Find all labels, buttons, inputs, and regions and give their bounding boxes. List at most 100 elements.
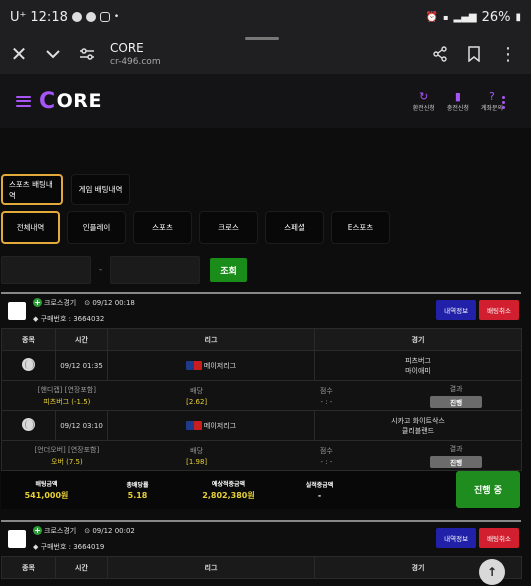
bet-card-header: + 크로스경기 ⊙ 09/12 00:02 ◆ 구매번호 : 3664019 내역… [1, 522, 521, 556]
purchase-number: 구매번호 : 3664032 [40, 315, 105, 323]
bet-select-checkbox[interactable] [8, 302, 26, 320]
plus-icon: + [33, 298, 42, 307]
account-inquiry-button[interactable]: ? 계좌문의 [480, 90, 503, 112]
battery-level: 26% [481, 9, 511, 25]
tab-special[interactable]: 스페셜 [265, 211, 324, 244]
total-odds: 총배당률 5.18 [92, 480, 183, 500]
tab-all[interactable]: 전체내역 [1, 211, 60, 244]
page-title: CORE [110, 41, 144, 55]
tab-inplay[interactable]: 인플레이 [67, 211, 126, 244]
message-icon [85, 12, 96, 22]
signal-icon: ▂▄▆ [453, 11, 477, 23]
mlb-logo-icon [185, 421, 202, 430]
away-team: 마이애미 [405, 366, 431, 375]
odds-label: 배당 [190, 386, 204, 395]
bet-cancel-button[interactable]: 배팅취소 [479, 300, 519, 320]
bet-info-button[interactable]: 내역정보 [436, 300, 477, 320]
close-icon[interactable]: ✕ [2, 34, 36, 74]
brand-text: ORE [56, 90, 102, 112]
tab-esports[interactable]: E스포츠 [331, 211, 390, 244]
away-team: 클리블랜드 [401, 426, 435, 435]
col-sport: 종목 [1, 328, 56, 351]
bet-select-checkbox[interactable] [8, 530, 26, 548]
odds-value: [1.98] [186, 457, 208, 466]
odds-value: [2.62] [186, 397, 208, 406]
charge-request-button[interactable]: ▮ 충전신청 [446, 90, 469, 112]
date-filter: - 조회 [1, 256, 247, 284]
url-block[interactable]: CORE cr-496.com [110, 41, 161, 67]
bet-summary: 배팅금액 541,000원 총배당률 5.18 예상적중금액 2,802,380… [1, 471, 521, 509]
bet-card-header: + 크로스경기 ⊙ 09/12 00:18 ◆ 구매번호 : 3664032 내역… [1, 294, 521, 328]
date-separator: - [98, 265, 103, 275]
header-menu-icon[interactable] [502, 96, 506, 109]
start-date-input[interactable] [1, 256, 91, 284]
match-cell: 피츠버그 마이애미 [314, 350, 522, 381]
card-actions: 내역정보 배팅취소 [436, 300, 519, 320]
scroll-top-button[interactable]: ↑ [479, 559, 505, 585]
more-notifications-icon: • [113, 12, 120, 22]
refund-label: 환전신청 [412, 104, 435, 112]
battery-icon: ▮ [515, 11, 521, 23]
baseball-icon [22, 358, 35, 371]
bet-status-button[interactable]: 진행 중 [456, 471, 520, 508]
browser-bar: ✕ CORE cr-496.com ⋮ [0, 34, 531, 74]
bet-card: + 크로스경기 ⊙ 09/12 00:18 ◆ 구매번호 : 3664032 내역… [1, 292, 522, 509]
share-icon[interactable] [423, 34, 457, 74]
col-league: 리그 [107, 328, 315, 351]
page-url: cr-496.com [110, 57, 161, 67]
bet-datetime: 09/12 00:02 [92, 527, 135, 535]
score-label: 점수 [319, 446, 333, 455]
bet-type-label: 크로스경기 [44, 299, 77, 307]
total-odds-label: 총배당률 [126, 482, 149, 489]
col-match: 경기 [314, 328, 522, 351]
history-type-tabs: 스포츠 배팅내역 게임 배팅내역 [1, 174, 130, 205]
end-date-input[interactable] [110, 256, 200, 284]
actual-win-value: - [317, 491, 322, 500]
tab-cross[interactable]: 크로스 [199, 211, 258, 244]
bet-info: + 크로스경기 ⊙ 09/12 00:18 ◆ 구매번호 : 3664032 [33, 298, 135, 324]
overflow-menu-icon[interactable]: ⋮ [491, 34, 525, 74]
chat-icon [71, 12, 82, 22]
game-row: 09/12 03:10 메이저리그 시카고 화이트삭스 클리블랜드 [1, 410, 522, 441]
clock: 12:18 [30, 9, 68, 25]
bet-info: + 크로스경기 ⊙ 09/12 00:02 ◆ 구매번호 : 3664019 [33, 526, 135, 552]
tab-game-bets[interactable]: 게임 배팅내역 [71, 174, 130, 205]
refund-icon: ↻ [419, 89, 429, 103]
arrow-up-icon: ↑ [486, 565, 498, 579]
inquiry-label: 계좌문의 [480, 104, 503, 112]
col-time: 시간 [55, 328, 108, 351]
col-sport: 종목 [1, 556, 56, 579]
app-header: C ORE ↻ 환전신청 ▮ 충전신청 ? 계좌문의 [0, 74, 531, 128]
result-status-badge: 진행 [430, 455, 483, 468]
site-settings-icon[interactable] [70, 34, 104, 74]
actual-win: 실적중금액 - [274, 480, 365, 500]
drag-handle[interactable] [245, 37, 279, 40]
bookmark-icon[interactable] [457, 34, 491, 74]
bet-info-button[interactable]: 내역정보 [436, 528, 477, 548]
match-cell: 시카고 화이트삭스 클리블랜드 [314, 410, 522, 441]
card-actions: 내역정보 배팅취소 [436, 528, 519, 548]
clock-icon: ⊙ [84, 299, 91, 307]
chevron-down-icon[interactable] [36, 34, 70, 74]
header-actions: ↻ 환전신청 ▮ 충전신청 ? 계좌문의 [412, 89, 503, 112]
refund-request-button[interactable]: ↻ 환전신청 [412, 89, 435, 112]
alarm-icon: ⏰ [425, 11, 439, 23]
hamburger-menu-icon[interactable] [16, 95, 31, 107]
result-status-badge: 진행 [430, 395, 483, 408]
bet-type-label: 크로스경기 [44, 527, 77, 535]
home-team: 시카고 화이트삭스 [391, 416, 445, 425]
purchase-number: 구매번호 : 3664019 [40, 543, 105, 551]
instagram-icon [99, 12, 110, 22]
tab-sports-bets[interactable]: 스포츠 배팅내역 [1, 174, 63, 205]
carrier-label: U⁺ [10, 9, 27, 25]
brand-logo[interactable]: C ORE [39, 89, 102, 114]
result-label: 결과 [449, 444, 463, 453]
score-value: - : - [320, 397, 333, 406]
search-button[interactable]: 조회 [210, 258, 247, 282]
status-bar: U⁺ 12:18 • ⏰ ▪ ▂▄▆ 26% ▮ [0, 0, 531, 34]
bet-market: [언더오버] [연장포함] [34, 445, 100, 454]
total-odds-value: 5.18 [127, 491, 148, 500]
tab-sports[interactable]: 스포츠 [133, 211, 192, 244]
bet-cancel-button[interactable]: 배팅취소 [479, 528, 519, 548]
charge-label: 충전신청 [446, 104, 469, 112]
